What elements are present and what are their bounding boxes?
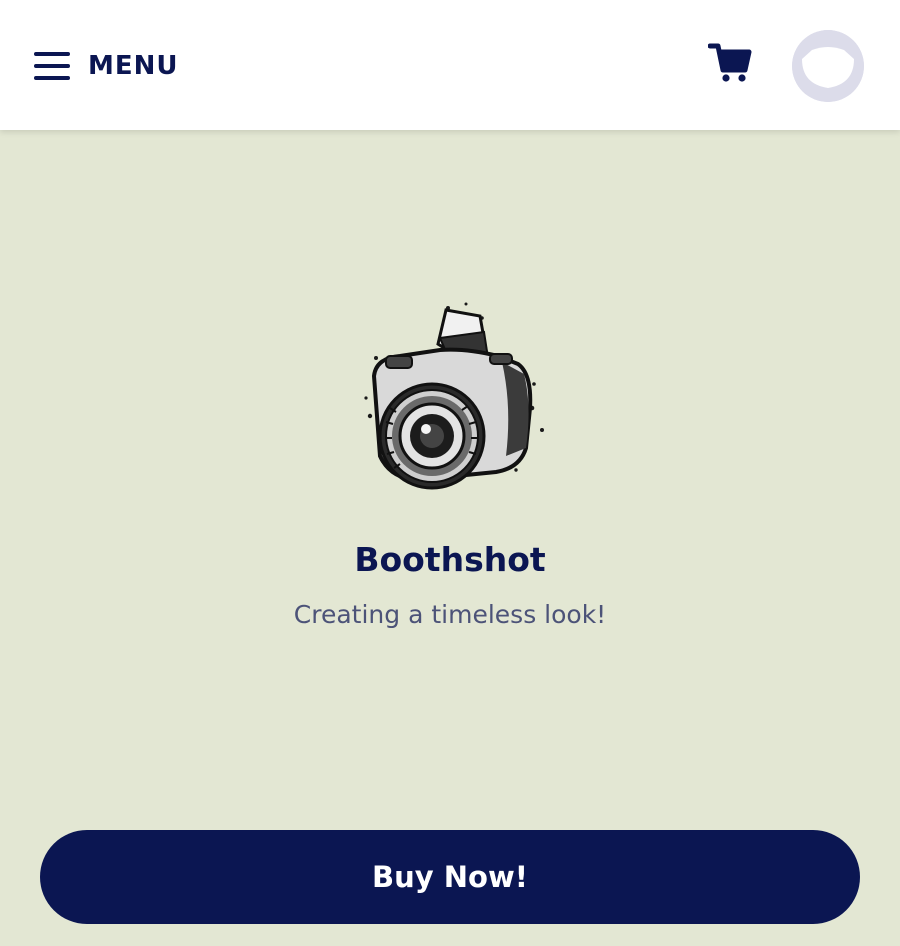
top-bar: MENU [0,0,900,130]
hamburger-icon[interactable] [34,52,70,80]
menu-button[interactable]: MENU [34,46,179,86]
camera-icon [356,298,548,498]
product-title: Boothshot [354,540,546,579]
product-tagline: Creating a timeless look! [293,600,607,629]
shopping-cart-icon[interactable] [707,42,752,84]
cat-avatar-icon [792,30,864,102]
avatar[interactable] [792,30,864,102]
hero-section [0,130,900,946]
buy-now-button[interactable]: Buy Now! [40,830,860,924]
menu-label[interactable]: MENU [88,51,179,81]
